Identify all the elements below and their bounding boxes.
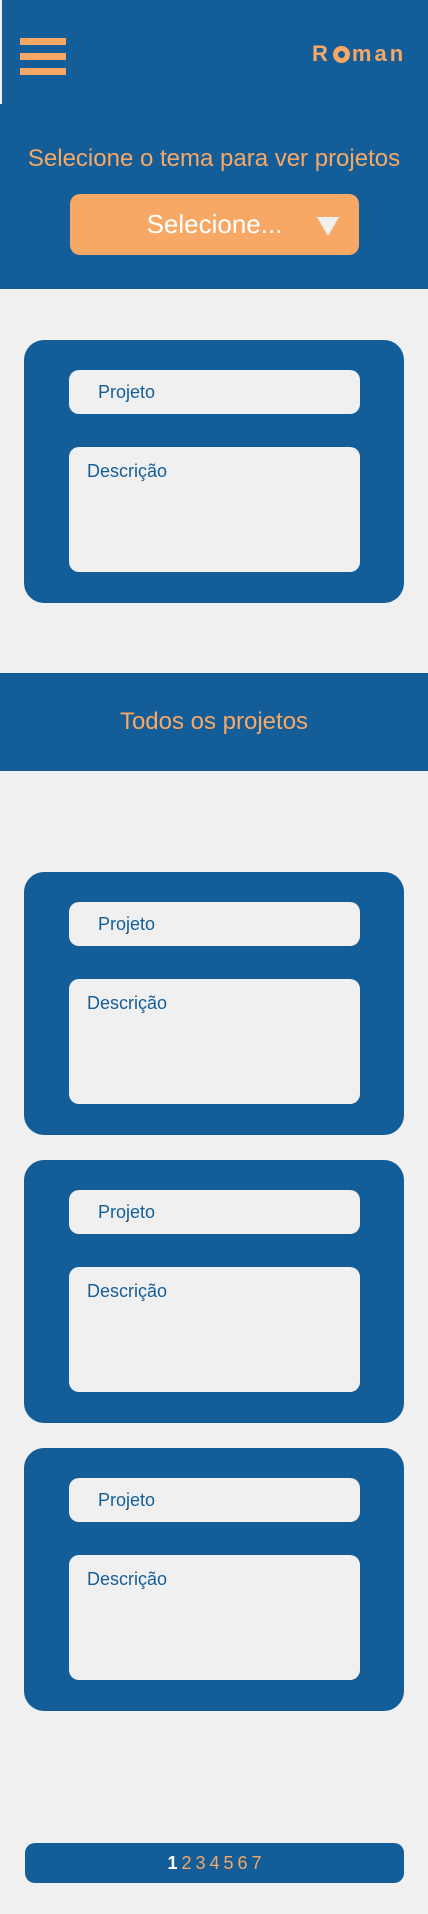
logo[interactable]: Rman: [312, 40, 406, 68]
pagination: 1 2 3 4 5 6 7: [25, 1843, 404, 1883]
theme-select-value: Selecione...: [146, 209, 283, 239]
menu-bar: [20, 68, 66, 75]
project-description-input[interactable]: Descrição: [69, 979, 360, 1104]
project-name-input[interactable]: Projeto: [69, 902, 360, 946]
header: Rman Selecione o tema para ver projetos …: [0, 0, 428, 289]
page-link[interactable]: 3: [195, 1853, 205, 1874]
dropdown-arrow-icon: [317, 217, 339, 236]
logo-o-icon: [332, 45, 350, 63]
page-link[interactable]: 5: [224, 1853, 234, 1874]
project-description-input[interactable]: Descrição: [69, 1555, 360, 1680]
menu-bar: [20, 53, 66, 60]
menu-bar: [20, 38, 66, 45]
theme-select[interactable]: Selecione...: [70, 194, 359, 255]
project-name-input[interactable]: Projeto: [69, 1190, 360, 1234]
logo-text: R: [312, 41, 331, 66]
project-form-card: Projeto Descrição: [24, 340, 404, 603]
logo-text-rest: man: [351, 41, 407, 66]
project-description-input[interactable]: Descrição: [69, 1267, 360, 1392]
page-link[interactable]: 4: [209, 1853, 219, 1874]
project-card: Projeto Descrição: [24, 1160, 404, 1423]
project-description-input[interactable]: Descrição: [69, 447, 360, 572]
header-edge: [0, 0, 2, 104]
page-link[interactable]: 1: [167, 1853, 177, 1874]
project-card: Projeto Descrição: [24, 1448, 404, 1711]
page-link[interactable]: 2: [181, 1853, 191, 1874]
project-card: Projeto Descrição: [24, 872, 404, 1135]
project-name-input[interactable]: Projeto: [69, 1478, 360, 1522]
all-projects-banner: Todos os projetos: [0, 673, 428, 771]
page-link[interactable]: 6: [238, 1853, 248, 1874]
hamburger-menu-icon[interactable]: [20, 38, 66, 76]
all-projects-title: Todos os projetos: [119, 708, 309, 735]
project-name-input[interactable]: Projeto: [69, 370, 360, 414]
page-link[interactable]: 7: [252, 1853, 262, 1874]
select-theme-title: Selecione o tema para ver projetos: [27, 145, 401, 172]
